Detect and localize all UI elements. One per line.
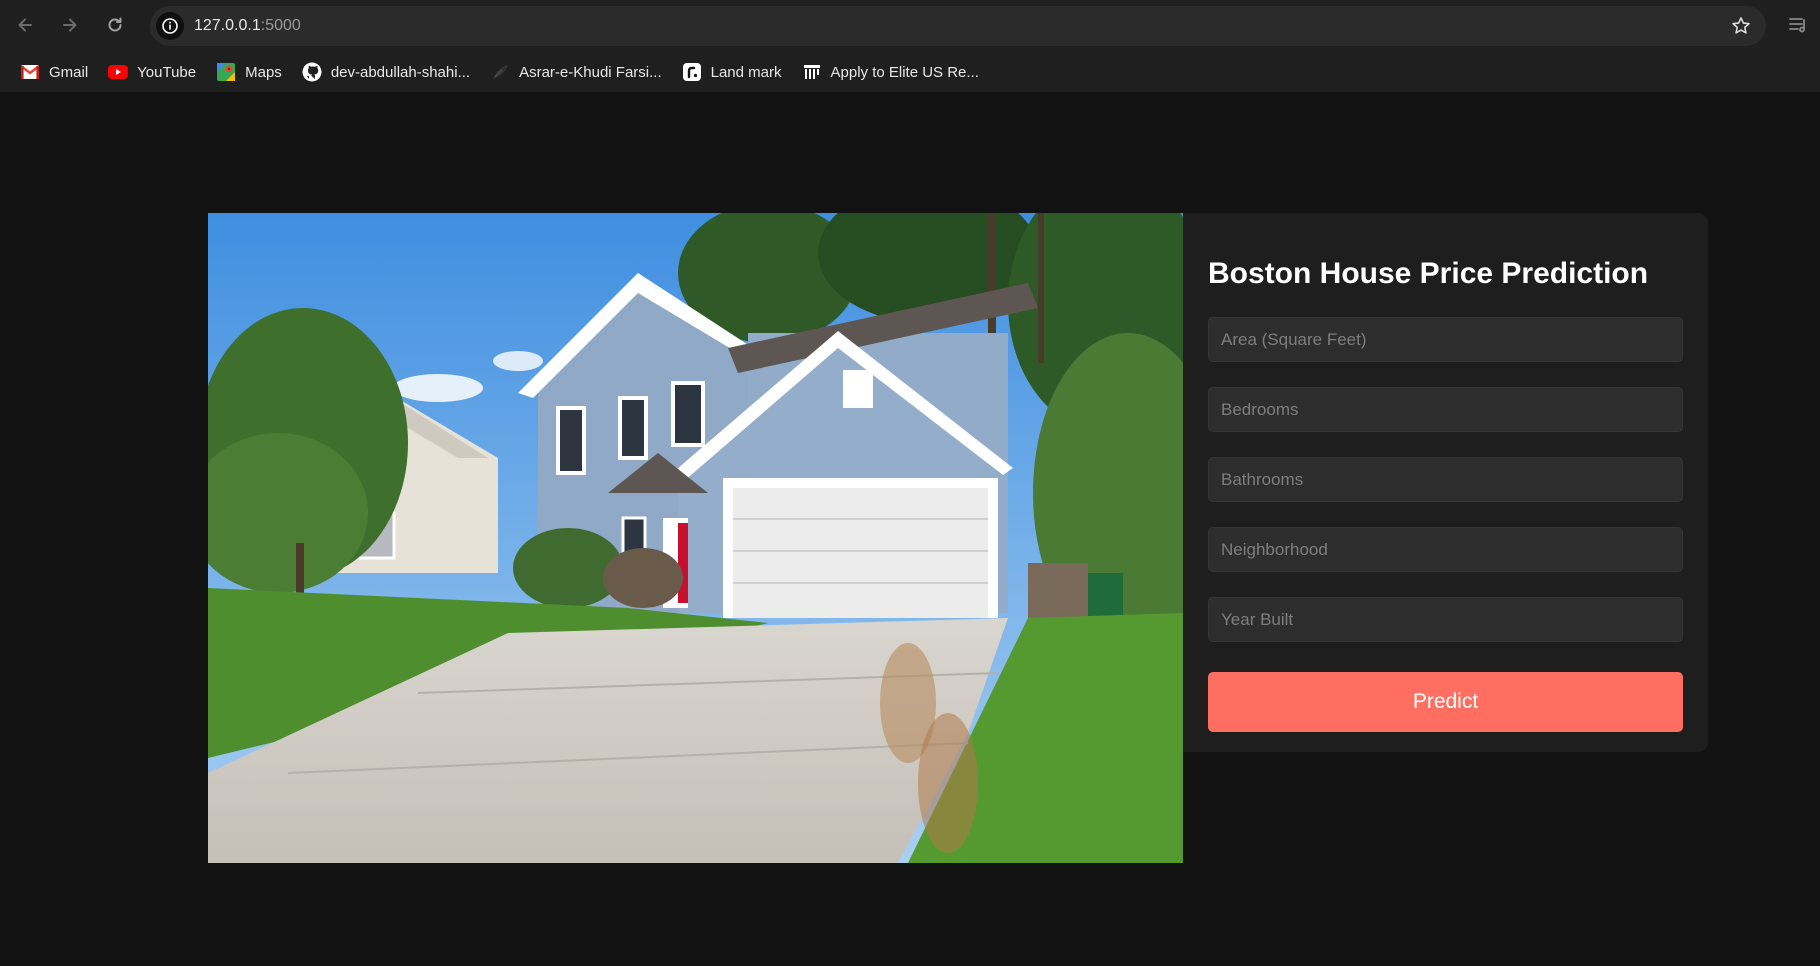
neighborhood-input[interactable] [1208, 527, 1683, 572]
page-title: Boston House Price Prediction [1208, 257, 1649, 290]
area-input[interactable] [1208, 317, 1683, 362]
site-info-icon[interactable] [156, 12, 184, 40]
bookmark-icon [490, 62, 510, 82]
url-host: 127.0.0.1 [194, 17, 261, 34]
landmark-icon [682, 62, 702, 82]
bookmark-apply-elite[interactable]: Apply to Elite US Re... [794, 57, 987, 87]
reading-list-icon[interactable] [1788, 14, 1810, 36]
house-photo [208, 213, 1183, 863]
reload-icon[interactable] [101, 11, 129, 39]
url-port: :5000 [260, 17, 301, 34]
bookmark-label: YouTube [137, 63, 197, 81]
maps-icon [216, 62, 236, 82]
bookmark-youtube[interactable]: YouTube [100, 57, 204, 87]
predict-button[interactable]: Predict [1208, 672, 1683, 732]
year-built-input[interactable] [1208, 597, 1683, 642]
bookmarks-bar: Gmail YouTube Maps dev-abdullah-shahi...… [0, 52, 1820, 92]
bookmark-label: Maps [245, 63, 282, 81]
bookmark-icon [802, 62, 822, 82]
bookmark-maps[interactable]: Maps [208, 57, 290, 87]
bookmark-label: Apply to Elite US Re... [830, 63, 979, 81]
url-text: 127.0.0.1:5000 [194, 17, 301, 35]
bookmark-star-icon[interactable] [1730, 15, 1752, 37]
forward-icon[interactable] [56, 11, 84, 39]
prediction-form-card: Boston House Price Prediction Predict [1183, 213, 1708, 752]
bookmark-label: dev-abdullah-shahi... [330, 63, 471, 81]
page-body: Boston House Price Prediction Predict [0, 92, 1820, 966]
bookmark-gmail[interactable]: Gmail [12, 57, 96, 87]
bookmark-label: Land mark [710, 63, 782, 81]
bathrooms-input[interactable] [1208, 457, 1683, 502]
bookmark-label: Gmail [49, 63, 89, 81]
bookmark-label: Asrar-e-Khudi Farsi... [519, 63, 662, 81]
bookmark-asrar-e-khudi[interactable]: Asrar-e-Khudi Farsi... [482, 57, 670, 87]
bedrooms-input[interactable] [1208, 387, 1683, 432]
bookmark-github[interactable]: dev-abdullah-shahi... [294, 57, 478, 87]
back-icon[interactable] [11, 11, 39, 39]
bookmark-land-mark[interactable]: Land mark [674, 57, 790, 87]
gmail-icon [20, 62, 40, 82]
address-bar[interactable]: 127.0.0.1:5000 [150, 6, 1766, 46]
browser-toolbar: 127.0.0.1:5000 [0, 0, 1820, 52]
youtube-icon [108, 62, 129, 82]
github-icon [302, 62, 322, 82]
